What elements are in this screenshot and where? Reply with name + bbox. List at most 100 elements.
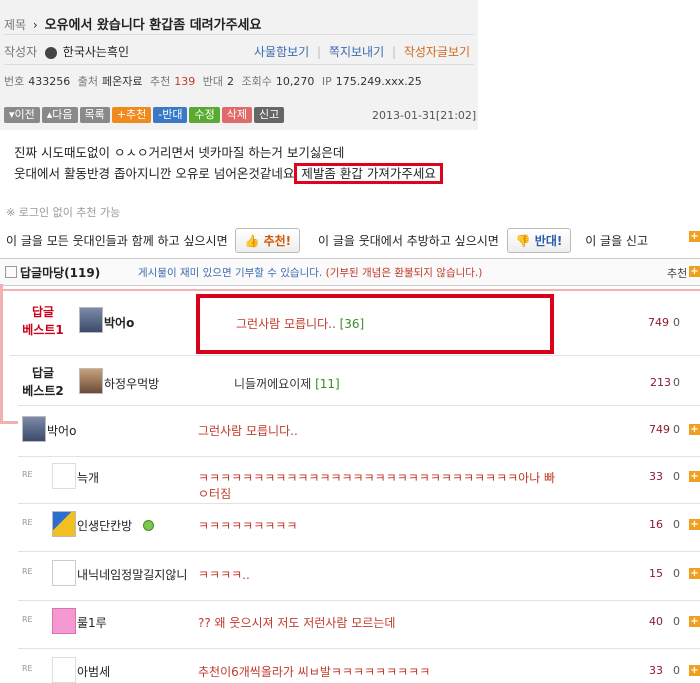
comment-nick[interactable]: 박어o: [47, 422, 76, 439]
best-label-line: 베스트2: [22, 384, 64, 398]
comment-text-cont: ㅇ터짐: [198, 487, 232, 501]
divider: [4, 34, 474, 35]
nav-button[interactable]: +추천: [111, 107, 152, 123]
nav-button[interactable]: -반대: [153, 107, 188, 123]
row-divider: [10, 355, 700, 356]
plus-icon[interactable]: +: [689, 568, 700, 579]
zero-count: 0: [673, 567, 680, 580]
plus-icon[interactable]: +: [689, 266, 700, 277]
plus-icon[interactable]: +: [689, 665, 700, 676]
avatar[interactable]: [79, 307, 103, 333]
recommend-label: 추천: [149, 75, 171, 88]
title-bullet: ›: [32, 18, 38, 32]
source-label: 출처: [77, 75, 98, 88]
nav-button[interactable]: ▾이전: [4, 107, 40, 123]
avatar[interactable]: [52, 463, 76, 489]
comment-nick[interactable]: 인생단칸방: [77, 517, 132, 534]
vote-down-text: 이 글을 웃대에서 추방하고 싶으시면: [317, 234, 499, 248]
comment-nick[interactable]: 룰1루: [77, 614, 107, 631]
zero-count: 0: [673, 615, 680, 628]
avatar[interactable]: [52, 560, 76, 586]
oppose-count: 2: [226, 75, 234, 88]
body-line: 웃대에서 활동반경 좁아지니깐 오유로 넘어온것같네요 제발좀 환갑 가져가주세요: [14, 163, 443, 184]
post-title: 오유에서 왔습니다 환갑좀 데려가주세요: [44, 18, 262, 33]
score: 749: [649, 423, 670, 436]
highlighted-text: 제발좀 환갑 가져가주세요: [294, 163, 443, 184]
comment-text: 추천이6개씩올라가 씨ㅂ발ㅋㅋㅋㅋㅋㅋㅋㅋㅋ: [198, 665, 431, 679]
reply-marker: RE: [22, 615, 33, 624]
comment-nick[interactable]: 늑개: [77, 469, 99, 486]
avatar[interactable]: [52, 608, 76, 634]
login-note: ※ 로그인 없이 추천 가능: [6, 206, 121, 219]
zero-count: 0: [673, 664, 680, 677]
post-no: 433256: [28, 75, 71, 88]
divider: [4, 64, 474, 65]
ip-address: 175.249.xxx.25: [335, 75, 422, 88]
score: 40: [649, 615, 663, 628]
row-divider: [18, 648, 700, 649]
author-links: 사물함보기 | 쪽지보내기 | 작성자글보기: [254, 45, 471, 59]
plus-icon[interactable]: +: [689, 471, 700, 482]
row-divider: [18, 405, 700, 406]
avatar[interactable]: [22, 416, 46, 442]
oppose-label: 반대: [202, 75, 223, 88]
score: 33: [649, 664, 663, 677]
comment-nick[interactable]: 아범세: [77, 663, 110, 680]
zero-count: 0: [673, 470, 680, 483]
online-status-icon: [143, 520, 154, 531]
title-label: 제목: [4, 18, 27, 32]
nav-button[interactable]: 목록: [79, 107, 110, 123]
zero-count: 0: [673, 316, 680, 329]
author-label: 작성자: [4, 45, 38, 59]
title-row: 제목 › 오유에서 왔습니다 환갑좀 데려가주세요: [4, 14, 474, 33]
locker-link[interactable]: 사물함보기: [254, 45, 309, 59]
comment-text: 그런사람 모릅니다..: [198, 424, 298, 438]
expand-icon[interactable]: [5, 266, 17, 278]
comment-text: ㅋㅋㅋㅋㅋㅋㅋㅋㅋ: [198, 519, 298, 533]
best-border: [0, 289, 700, 291]
nav-button[interactable]: 수정: [189, 107, 220, 123]
nav-button[interactable]: 삭제: [221, 107, 252, 123]
score: 15: [649, 567, 663, 580]
donation-warning: (기부된 개념은 환불되지 않습니다.): [325, 267, 483, 279]
plus-icon[interactable]: +: [689, 519, 700, 530]
comments-note: 게시물이 재미 있으면 기부할 수 있습니다. (기부된 개념은 환불되지 않습…: [138, 265, 482, 280]
nav-button[interactable]: ▴다음: [41, 107, 78, 123]
recommend-button[interactable]: 👍 추천!: [235, 228, 301, 253]
best-nick[interactable]: 박어o: [104, 314, 134, 331]
no-label: 번호: [4, 75, 25, 88]
ip-label: IP: [321, 75, 332, 88]
reply-marker: RE: [22, 664, 33, 673]
best-nick[interactable]: 하정우먹방: [104, 375, 159, 392]
comments-header: 답글마당(119) 게시물이 재미 있으면 기부할 수 있습니다. (기부된 개…: [0, 258, 700, 286]
plus-icon[interactable]: +: [689, 424, 700, 435]
avatar[interactable]: [79, 368, 103, 394]
avatar[interactable]: [52, 657, 76, 683]
oppose-button-label: 반대!: [534, 234, 563, 248]
avatar[interactable]: [52, 511, 76, 537]
post-body: 진짜 시도때도없이 ㅇㅅㅇ거리면서 넷카마질 하는거 보기싫은데 웃대에서 활동…: [14, 142, 443, 184]
plus-icon[interactable]: +: [689, 231, 700, 242]
post-date: 2013-01-31[21:02]: [372, 109, 477, 122]
comment-nick[interactable]: 내닉네임정말길지않니: [77, 566, 187, 583]
nav-button[interactable]: 신고: [253, 107, 285, 123]
score: 749: [648, 316, 669, 329]
vote-up-text: 이 글을 모든 웃대인들과 함께 하고 싶으시면: [6, 234, 228, 248]
best-border: [0, 421, 18, 424]
author-posts-link[interactable]: 작성자글보기: [404, 45, 470, 59]
comments-count: (119): [64, 266, 101, 280]
score: 213: [650, 376, 671, 389]
author-name[interactable]: 한국사는흑인: [63, 45, 129, 59]
sort-recommend[interactable]: 추천: [667, 265, 687, 281]
vote-row: 이 글을 모든 웃대인들과 함께 하고 싶으시면 👍 추천! 이 글을 웃대에서…: [6, 228, 648, 253]
best-comment-text: 니들꺼에요이제: [234, 377, 312, 391]
message-link[interactable]: 쪽지보내기: [329, 45, 384, 59]
oppose-button[interactable]: 👎 반대!: [506, 228, 572, 253]
comments-title: 답글마당(119): [20, 264, 100, 281]
post-source: 페온자료: [102, 75, 143, 88]
post-header: 제목 › 오유에서 왔습니다 환갑좀 데려가주세요 작성자 한국사는흑인 사물함…: [0, 0, 478, 130]
best-comment: 니들꺼에요이제 [11]: [234, 375, 340, 392]
recommend-button-label: 추천!: [263, 234, 292, 248]
plus-icon[interactable]: +: [689, 616, 700, 627]
best-comment-count: [11]: [315, 377, 340, 391]
